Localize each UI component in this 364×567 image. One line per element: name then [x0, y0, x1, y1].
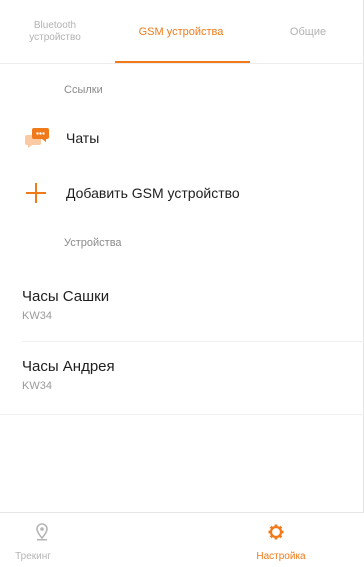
nav-tracking[interactable]: Трекинг	[0, 513, 182, 567]
tab-bluetooth-device[interactable]: Bluetooth устройство	[0, 0, 110, 64]
device-name: Часы Андрея	[22, 358, 115, 375]
nav-settings-label: Настройка	[256, 551, 306, 562]
nav-tracking-label: Трекинг	[15, 551, 51, 562]
tabs-divider	[0, 63, 364, 64]
plus-icon	[26, 183, 46, 203]
device-model: KW34	[22, 310, 52, 322]
location-pin-icon	[34, 523, 50, 541]
devices-section-header: Устройства	[64, 237, 122, 249]
tab-common-label: Общие	[289, 26, 327, 38]
tab-gsm-label: GSM устройства	[138, 26, 224, 38]
add-gsm-device-row[interactable]: Добавить GSM устройство	[0, 170, 364, 216]
add-gsm-device-label: Добавить GSM устройство	[66, 185, 240, 201]
gear-icon	[268, 523, 284, 541]
tab-common[interactable]: Общие	[252, 0, 364, 64]
tab-bluetooth-label-line1: Bluetooth	[33, 20, 77, 31]
device-row-2[interactable]: Часы Андрея KW34	[0, 350, 364, 412]
chat-icon	[24, 127, 50, 149]
links-section-header: Ссылки	[64, 84, 103, 96]
chats-label: Чаты	[66, 130, 100, 146]
device-list-divider	[0, 414, 364, 415]
app-screen: Bluetooth устройство GSM устройства Общи…	[0, 0, 364, 567]
tab-gsm-devices[interactable]: GSM устройства	[110, 0, 252, 64]
tab-bar: Bluetooth устройство GSM устройства Общи…	[0, 0, 364, 64]
chats-row[interactable]: Чаты	[0, 115, 364, 161]
device-model: KW34	[22, 380, 52, 392]
device-divider	[22, 341, 364, 342]
nav-settings[interactable]: Настройка	[182, 513, 364, 567]
bottom-navigation: Трекинг Настройка	[0, 512, 364, 567]
tab-bluetooth-label-line2: устройство	[29, 32, 81, 43]
device-row-1[interactable]: Часы Сашки KW34	[0, 280, 364, 342]
device-name: Часы Сашки	[22, 288, 110, 305]
